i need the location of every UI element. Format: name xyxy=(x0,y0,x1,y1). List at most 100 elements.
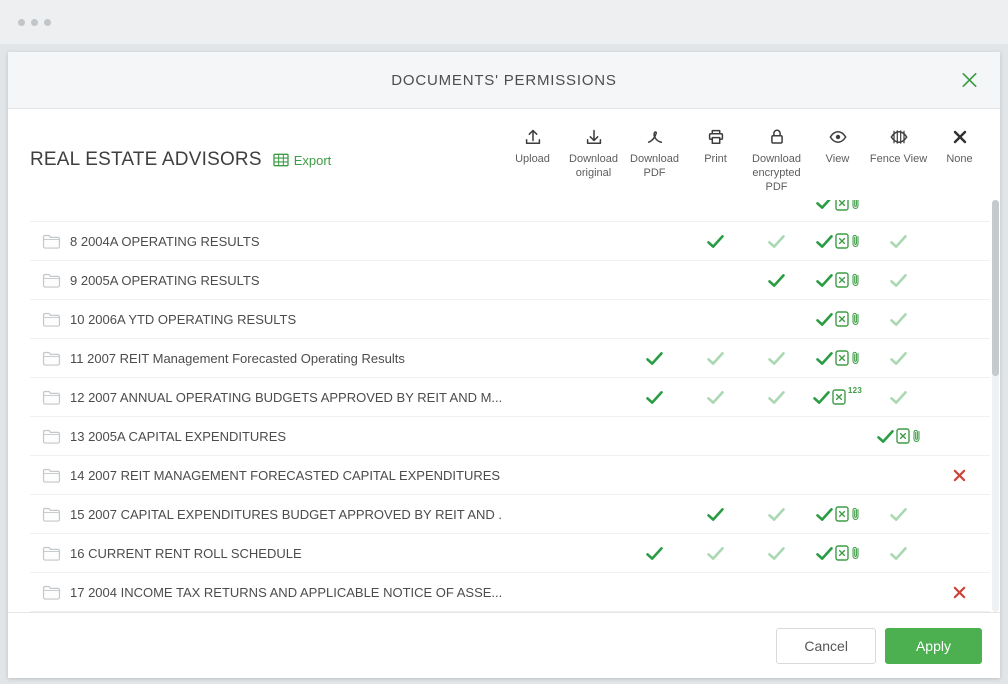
perm-view[interactable] xyxy=(807,200,868,213)
perm-print[interactable] xyxy=(685,378,746,416)
perm-download-original[interactable] xyxy=(563,534,624,572)
perm-print[interactable] xyxy=(685,222,746,260)
perm-upload[interactable] xyxy=(502,495,563,533)
perm-none[interactable] xyxy=(929,495,990,533)
perm-view[interactable] xyxy=(807,534,868,572)
perm-view[interactable] xyxy=(807,417,868,455)
perm-none[interactable] xyxy=(929,417,990,455)
column-upload[interactable]: Upload xyxy=(502,127,563,194)
perm-upload[interactable] xyxy=(502,573,563,611)
perm-print[interactable] xyxy=(685,534,746,572)
perm-view[interactable] xyxy=(807,300,868,338)
perm-download-pdf[interactable] xyxy=(624,456,685,494)
perm-none[interactable] xyxy=(929,339,990,377)
perm-upload[interactable] xyxy=(502,417,563,455)
export-button[interactable]: Export xyxy=(273,153,332,168)
perm-upload[interactable] xyxy=(502,300,563,338)
scrollbar-thumb[interactable] xyxy=(992,200,999,376)
apply-button[interactable]: Apply xyxy=(885,628,982,664)
perm-download-pdf[interactable] xyxy=(624,300,685,338)
column-fence-view[interactable]: Fence View xyxy=(868,127,929,194)
perm-view[interactable] xyxy=(807,339,868,377)
perm-fence-view[interactable] xyxy=(868,339,929,377)
perm-view[interactable] xyxy=(807,261,868,299)
column-download-pdf[interactable]: Download PDF xyxy=(624,127,685,194)
perm-download-pdf[interactable] xyxy=(624,378,685,416)
perm-view[interactable] xyxy=(807,495,868,533)
perm-fence-view[interactable] xyxy=(868,417,929,455)
perm-download-encrypted-pdf[interactable] xyxy=(746,573,807,611)
perm-download-pdf[interactable] xyxy=(624,200,685,213)
perm-fence-view[interactable] xyxy=(868,300,929,338)
perm-view[interactable] xyxy=(807,222,868,260)
perm-download-pdf[interactable] xyxy=(624,534,685,572)
perm-download-pdf[interactable] xyxy=(624,261,685,299)
perm-upload[interactable] xyxy=(502,339,563,377)
perm-print[interactable] xyxy=(685,200,746,213)
perm-none[interactable] xyxy=(929,200,990,213)
perm-fence-view[interactable] xyxy=(868,261,929,299)
perm-download-pdf[interactable] xyxy=(624,417,685,455)
perm-fence-view[interactable] xyxy=(868,200,929,213)
perm-download-encrypted-pdf[interactable] xyxy=(746,495,807,533)
perm-fence-view[interactable] xyxy=(868,573,929,611)
perm-view[interactable] xyxy=(807,456,868,494)
perm-view[interactable]: 123 xyxy=(807,378,868,416)
perm-download-original[interactable] xyxy=(563,300,624,338)
column-download-original[interactable]: Download original xyxy=(563,127,624,194)
perm-fence-view[interactable] xyxy=(868,456,929,494)
perm-view[interactable] xyxy=(807,573,868,611)
perm-download-encrypted-pdf[interactable] xyxy=(746,300,807,338)
perm-download-original[interactable] xyxy=(563,456,624,494)
column-view[interactable]: View xyxy=(807,127,868,194)
perm-download-encrypted-pdf[interactable] xyxy=(746,534,807,572)
perm-print[interactable] xyxy=(685,495,746,533)
column-download-encrypted-pdf[interactable]: Download encrypted PDF xyxy=(746,127,807,194)
perm-download-pdf[interactable] xyxy=(624,222,685,260)
perm-download-original[interactable] xyxy=(563,378,624,416)
perm-download-original[interactable] xyxy=(563,495,624,533)
perm-print[interactable] xyxy=(685,417,746,455)
perm-upload[interactable] xyxy=(502,222,563,260)
perm-download-pdf[interactable] xyxy=(624,339,685,377)
perm-none[interactable] xyxy=(929,300,990,338)
perm-print[interactable] xyxy=(685,300,746,338)
perm-download-encrypted-pdf[interactable] xyxy=(746,339,807,377)
perm-none[interactable] xyxy=(929,573,990,611)
perm-fence-view[interactable] xyxy=(868,495,929,533)
perm-print[interactable] xyxy=(685,339,746,377)
perm-download-encrypted-pdf[interactable] xyxy=(746,261,807,299)
perm-download-encrypted-pdf[interactable] xyxy=(746,456,807,494)
perm-download-original[interactable] xyxy=(563,573,624,611)
perm-download-original[interactable] xyxy=(563,261,624,299)
close-button[interactable] xyxy=(955,66,984,95)
perm-none[interactable] xyxy=(929,222,990,260)
perm-fence-view[interactable] xyxy=(868,378,929,416)
perm-download-original[interactable] xyxy=(563,222,624,260)
perm-fence-view[interactable] xyxy=(868,222,929,260)
perm-download-encrypted-pdf[interactable] xyxy=(746,378,807,416)
perm-none[interactable] xyxy=(929,261,990,299)
perm-download-pdf[interactable] xyxy=(624,495,685,533)
perm-upload[interactable] xyxy=(502,261,563,299)
cancel-button[interactable]: Cancel xyxy=(776,628,876,664)
perm-download-original[interactable] xyxy=(563,417,624,455)
perm-print[interactable] xyxy=(685,573,746,611)
perm-download-original[interactable] xyxy=(563,200,624,213)
perm-print[interactable] xyxy=(685,261,746,299)
column-print[interactable]: Print xyxy=(685,127,746,194)
perm-none[interactable] xyxy=(929,378,990,416)
perm-fence-view[interactable] xyxy=(868,534,929,572)
perm-none[interactable] xyxy=(929,456,990,494)
column-none[interactable]: None xyxy=(929,127,990,194)
perm-print[interactable] xyxy=(685,456,746,494)
perm-download-original[interactable] xyxy=(563,339,624,377)
perm-download-encrypted-pdf[interactable] xyxy=(746,417,807,455)
perm-upload[interactable] xyxy=(502,378,563,416)
perm-none[interactable] xyxy=(929,534,990,572)
perm-download-pdf[interactable] xyxy=(624,573,685,611)
perm-upload[interactable] xyxy=(502,200,563,213)
perm-download-encrypted-pdf[interactable] xyxy=(746,222,807,260)
perm-download-encrypted-pdf[interactable] xyxy=(746,200,807,213)
perm-upload[interactable] xyxy=(502,534,563,572)
